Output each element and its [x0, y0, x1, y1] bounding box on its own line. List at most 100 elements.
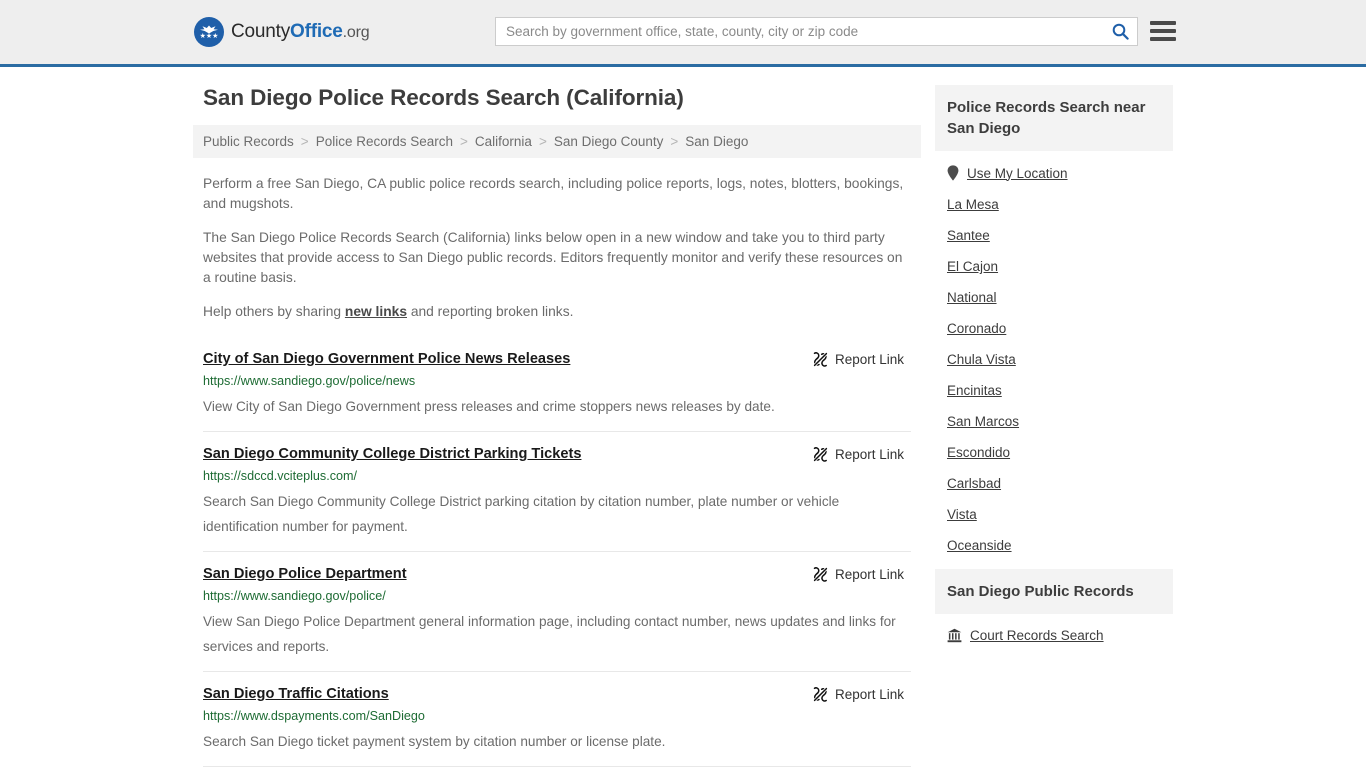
breadcrumb: Public Records > Police Records Search > Cal…: [193, 125, 921, 158]
sidebar-city-item[interactable]: Escondido: [947, 437, 1161, 468]
sidebar-city-item[interactable]: Coronado: [947, 313, 1161, 344]
result-header: City of San Diego Government Police News…: [203, 350, 911, 368]
hamburger-bar: [1150, 21, 1176, 25]
result-item: San Diego Police Department Report Link ht…: [203, 551, 911, 671]
sidebar-city-item[interactable]: Santee: [947, 220, 1161, 251]
brand-part-office: Office: [290, 21, 343, 42]
intro-section: Perform a free San Diego, CA public poli…: [193, 174, 921, 322]
breadcrumb-item[interactable]: Police Records Search: [316, 134, 453, 149]
sidebar-item-use-my-location[interactable]: Use My Location: [947, 157, 1161, 189]
court-records-search-link[interactable]: Court Records Search: [970, 628, 1104, 643]
intro-p3-before: Help others by sharing: [203, 304, 345, 319]
result-header: San Diego Police Department Report Link: [203, 565, 911, 583]
search-bar[interactable]: [495, 17, 1138, 46]
sidebar-city-link[interactable]: Santee: [947, 228, 990, 243]
logo-stars: ★★★: [199, 32, 219, 40]
sidebar-public-records-item[interactable]: Court Records Search: [947, 620, 1161, 651]
main-content: San Diego Police Records Search (Califor…: [193, 85, 921, 768]
report-link-label: Report Link: [834, 447, 904, 462]
report-link-button[interactable]: Report Link: [812, 566, 904, 583]
sidebar-public-records-heading: San Diego Public Records: [935, 569, 1173, 614]
intro-p3-after: and reporting broken links.: [407, 304, 574, 319]
breadcrumb-separator: >: [538, 134, 547, 149]
result-header: San Diego Community College District Par…: [203, 445, 911, 463]
sidebar-city-link[interactable]: Chula Vista: [947, 352, 1016, 367]
search-input[interactable]: [496, 18, 1103, 45]
result-description: View San Diego Police Department general…: [203, 614, 896, 654]
result-url: https://sdccd.vciteplus.com/: [203, 469, 357, 483]
brand-wordmark: CountyOffice.org: [231, 21, 370, 43]
sidebar-city-item[interactable]: Carlsbad: [947, 468, 1161, 499]
breadcrumb-separator: >: [460, 134, 468, 149]
sidebar-nearby-box: Police Records Search near San Diego Use…: [935, 85, 1173, 563]
intro-paragraph-3: Help others by sharing new links and rep…: [203, 302, 911, 322]
site-header: ★★★ CountyOffice.org: [0, 0, 1366, 67]
result-description: Search San Diego ticket payment system b…: [203, 734, 666, 749]
new-links-link[interactable]: new links: [345, 304, 407, 319]
sidebar-city-link[interactable]: Coronado: [947, 321, 1006, 336]
result-description: Search San Diego Community College Distr…: [203, 494, 840, 534]
report-link-label: Report Link: [834, 687, 904, 702]
broken-link-icon: [813, 447, 828, 462]
sidebar-city-links: La Mesa Santee El Cajon National Coronado Chu…: [947, 189, 1161, 561]
hamburger-bar: [1150, 37, 1176, 41]
hamburger-menu-icon[interactable]: [1150, 19, 1176, 43]
result-header: San Diego Traffic Citations Report Link: [203, 685, 911, 703]
site-logo[interactable]: ★★★ CountyOffice.org: [194, 17, 370, 47]
breadcrumb-item[interactable]: San Diego County: [554, 134, 664, 149]
brand-part-county: County: [231, 21, 291, 42]
broken-link-icon: [813, 567, 828, 582]
sidebar-city-link[interactable]: Encinitas: [947, 383, 1002, 398]
result-url: https://www.dspayments.com/SanDiego: [203, 709, 425, 723]
result-title-link[interactable]: San Diego Traffic Citations: [203, 685, 389, 703]
sidebar-city-link[interactable]: Carlsbad: [947, 476, 1001, 491]
broken-link-icon: [813, 352, 828, 367]
map-pin-icon: [947, 165, 959, 181]
result-url: https://www.sandiego.gov/police/: [203, 589, 386, 603]
sidebar-city-item[interactable]: El Cajon: [947, 251, 1161, 282]
broken-link-icon: [813, 687, 828, 702]
intro-paragraph-2: The San Diego Police Records Search (Cal…: [203, 230, 903, 285]
result-title-link[interactable]: San Diego Community College District Par…: [203, 445, 581, 463]
sidebar-public-records-links: Court Records Search: [935, 614, 1173, 653]
page-title: San Diego Police Records Search (Califor…: [203, 85, 684, 110]
hamburger-bar: [1150, 29, 1176, 33]
use-my-location-link[interactable]: Use My Location: [967, 166, 1068, 181]
sidebar-city-link[interactable]: El Cajon: [947, 259, 998, 274]
sidebar-city-item[interactable]: Chula Vista: [947, 344, 1161, 375]
sidebar-city-link[interactable]: Oceanside: [947, 538, 1012, 553]
search-button[interactable]: [1103, 18, 1137, 45]
result-item: San Diego Traffic Citations Report Link ht…: [203, 671, 911, 766]
report-link-label: Report Link: [834, 567, 904, 582]
report-link-button[interactable]: Report Link: [812, 686, 904, 703]
sidebar-city-item[interactable]: San Marcos: [947, 406, 1161, 437]
result-title-link[interactable]: San Diego Police Department: [203, 565, 407, 583]
sidebar-city-link[interactable]: Vista: [947, 507, 977, 522]
sidebar-nearby-links: Use My Location La Mesa Santee El Cajon Nat…: [935, 151, 1173, 563]
breadcrumb-item[interactable]: California: [475, 134, 532, 149]
sidebar-city-item[interactable]: Oceanside: [947, 530, 1161, 561]
breadcrumb-separator: >: [670, 134, 679, 149]
sidebar-city-link[interactable]: National: [947, 290, 997, 305]
sidebar-public-records-box: San Diego Public Records Court Records S…: [935, 569, 1173, 653]
sidebar-city-link[interactable]: San Marcos: [947, 414, 1019, 429]
sidebar-city-link[interactable]: La Mesa: [947, 197, 999, 212]
breadcrumb-item[interactable]: Public Records: [203, 134, 294, 149]
page-body: San Diego Police Records Search (Califor…: [0, 67, 1366, 768]
result-url: https://www.sandiego.gov/police/news: [203, 374, 416, 388]
sidebar-city-item[interactable]: Encinitas: [947, 375, 1161, 406]
report-link-button[interactable]: Report Link: [812, 351, 904, 368]
eagle-seal-icon: ★★★: [194, 17, 224, 47]
breadcrumb-item[interactable]: San Diego: [685, 134, 748, 149]
result-title-link[interactable]: City of San Diego Government Police News…: [203, 350, 570, 368]
sidebar-city-item[interactable]: Vista: [947, 499, 1161, 530]
result-description: View City of San Diego Government press …: [203, 399, 775, 414]
intro-paragraph-1: Perform a free San Diego, CA public poli…: [203, 176, 904, 211]
sidebar-city-item[interactable]: La Mesa: [947, 189, 1161, 220]
sidebar-city-link[interactable]: Escondido: [947, 445, 1010, 460]
sidebar-nearby-heading: Police Records Search near San Diego: [935, 85, 1173, 151]
brand-part-org: .org: [342, 24, 370, 41]
courthouse-icon: [947, 628, 962, 643]
sidebar-city-item[interactable]: National: [947, 282, 1161, 313]
report-link-button[interactable]: Report Link: [812, 446, 904, 463]
